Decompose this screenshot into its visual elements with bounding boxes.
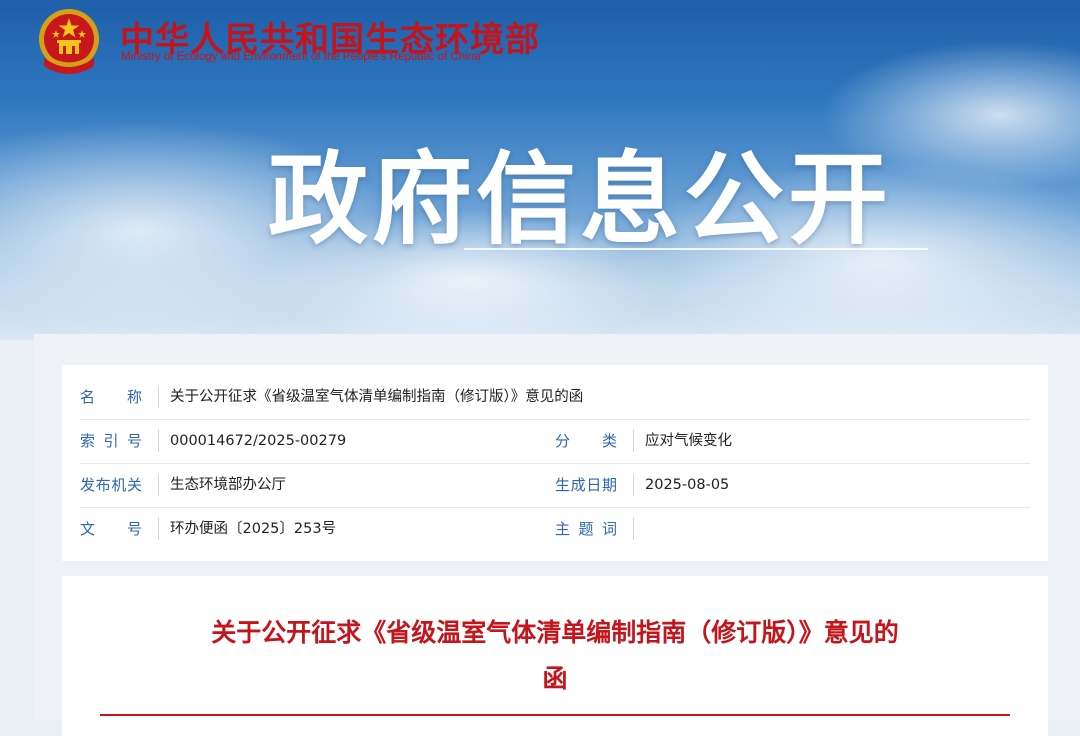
meta-value-date: 2025-08-05 — [645, 477, 730, 493]
national-emblem-icon[interactable] — [34, 6, 104, 78]
meta-divider — [158, 518, 159, 540]
document-body: 关于公开征求《省级温室气体清单编制指南（修订版）》意见的 函 — [62, 576, 1048, 736]
meta-label-name: 名 称 — [80, 388, 142, 406]
meta-value-category: 应对气候变化 — [645, 433, 732, 449]
meta-value-docno: 环办便函〔2025〕253号 — [170, 521, 337, 537]
meta-divider — [633, 518, 634, 540]
document-metadata-table: 名 称 关于公开征求《省级温室气体清单编制指南（修订版）》意见的函 索引号 00… — [62, 365, 1048, 561]
meta-label-date: 生成日期 — [555, 476, 617, 494]
meta-label-index: 索引号 — [80, 432, 142, 450]
meta-divider — [633, 430, 634, 452]
title-divider — [100, 714, 1010, 716]
meta-divider — [158, 386, 159, 408]
document-title: 关于公开征求《省级温室气体清单编制指南（修订版）》意见的 函 — [162, 610, 948, 702]
header-banner: 中华人民共和国生态环境部 Ministry of Ecology and Env… — [0, 0, 1080, 340]
meta-label-keywords: 主题词 — [555, 520, 617, 538]
meta-row-docno: 文 号 环办便函〔2025〕253号 主题词 — [80, 507, 1030, 551]
org-name-en[interactable]: Ministry of Ecology and Environment of t… — [121, 51, 481, 63]
document-title-line-1: 关于公开征求《省级温室气体清单编制指南（修订版）》意见的 — [211, 618, 899, 647]
banner-underline — [464, 248, 928, 250]
meta-row-issuer: 发布机关 生态环境部办公厅 生成日期 2025-08-05 — [80, 463, 1030, 508]
meta-label-docno: 文 号 — [80, 520, 142, 538]
meta-row-name: 名 称 关于公开征求《省级温室气体清单编制指南（修订版）》意见的函 — [80, 375, 1030, 420]
meta-value-name: 关于公开征求《省级温室气体清单编制指南（修订版）》意见的函 — [170, 389, 584, 405]
meta-value-index: 000014672/2025-00279 — [170, 433, 347, 449]
meta-label-category: 分 类 — [555, 432, 617, 450]
banner-title: 政府信息公开 — [268, 141, 892, 258]
meta-value-issuer: 生态环境部办公厅 — [170, 477, 286, 493]
meta-row-index: 索引号 000014672/2025-00279 分 类 应对气候变化 — [80, 419, 1030, 464]
meta-label-issuer: 发布机关 — [80, 476, 142, 494]
meta-divider — [633, 474, 634, 496]
meta-divider — [158, 474, 159, 496]
meta-divider — [158, 430, 159, 452]
document-title-line-2: 函 — [542, 664, 568, 693]
